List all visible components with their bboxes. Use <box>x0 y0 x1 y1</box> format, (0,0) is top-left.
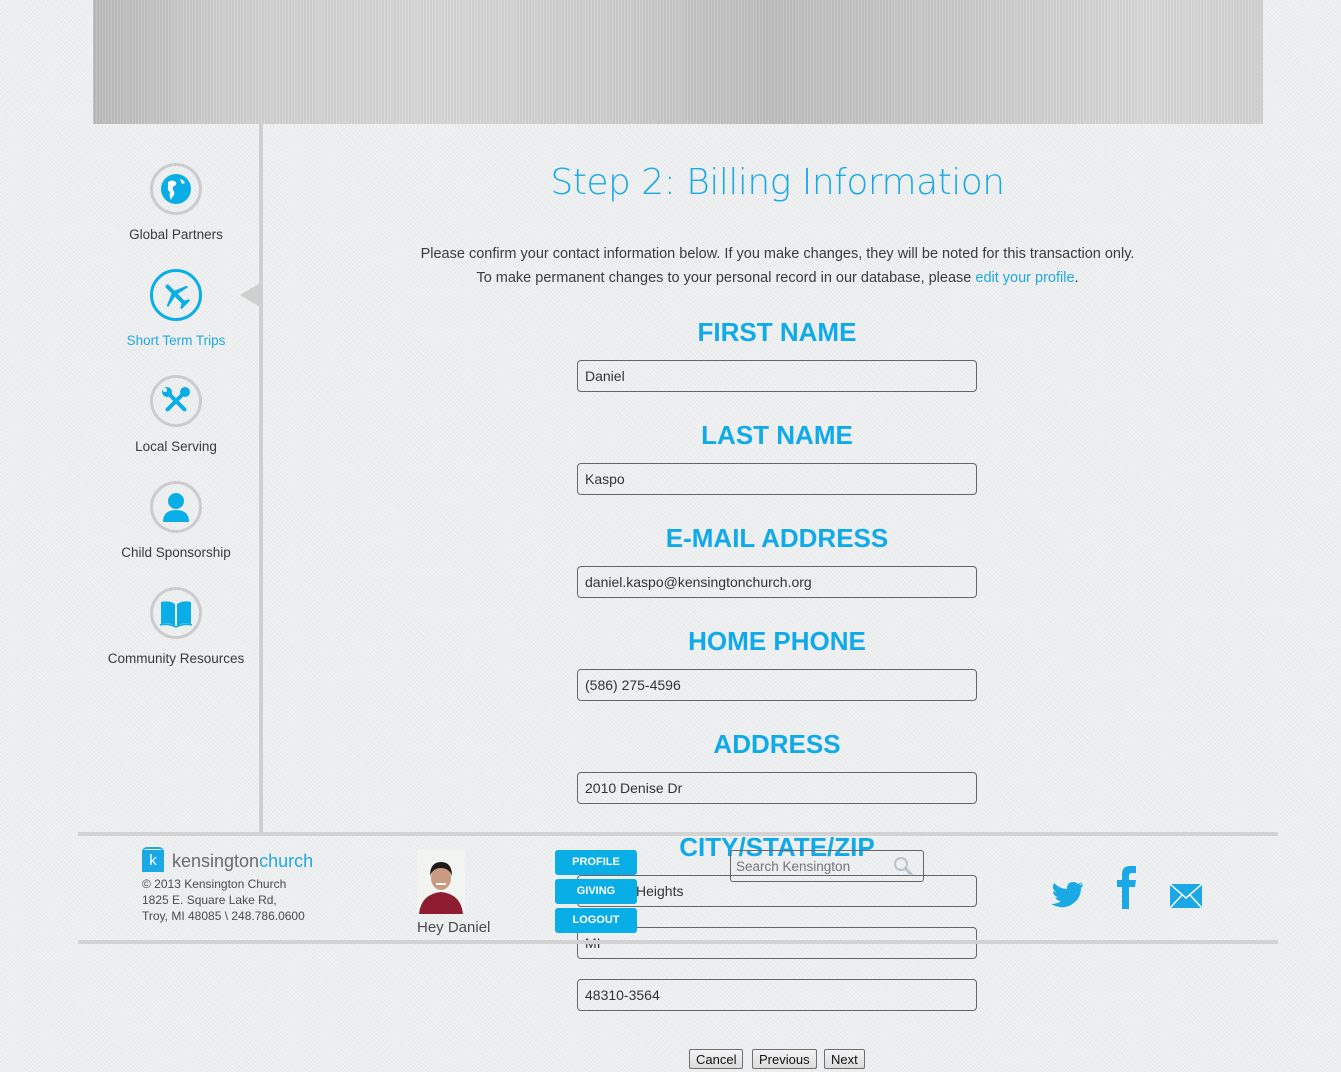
user-avatar[interactable] <box>417 850 465 914</box>
intro-line-2-text: To make permanent changes to your person… <box>476 270 976 286</box>
book-icon <box>159 601 193 628</box>
user-greeting: Hey Daniel <box>417 919 491 936</box>
search-icon[interactable] <box>893 856 913 876</box>
next-button[interactable]: Next <box>824 1049 865 1069</box>
home-phone-input[interactable] <box>577 669 977 701</box>
airplane-icon-circle <box>150 269 202 321</box>
copyright-text: © 2013 Kensington Church <box>142 877 287 891</box>
email-input[interactable] <box>577 566 977 598</box>
intro-line-1: Please confirm your contact information … <box>420 246 1135 262</box>
email-icon[interactable] <box>1170 884 1202 908</box>
address-label: ADDRESS <box>713 729 841 759</box>
intro-text: Please confirm your contact information … <box>380 242 1175 290</box>
first-name-input[interactable] <box>577 360 977 392</box>
person-icon-circle <box>150 481 202 533</box>
kensington-logo[interactable]: k kensingtonchurch <box>142 847 313 872</box>
sidebar-divider <box>259 124 263 834</box>
tools-icon <box>162 387 190 412</box>
giving-button[interactable]: GIVING <box>555 879 637 904</box>
sidebar-item-child-sponsorship[interactable]: Child Sponsorship <box>96 481 256 560</box>
last-name-input[interactable] <box>577 463 977 495</box>
globe-icon <box>161 174 191 204</box>
address-input[interactable] <box>577 772 977 804</box>
facebook-icon[interactable] <box>1116 865 1138 909</box>
person-icon <box>163 493 189 522</box>
logo-text-b: church <box>259 850 314 871</box>
avatar-photo <box>417 850 465 914</box>
home-phone-label: HOME PHONE <box>688 626 866 656</box>
sidebar-item-label: Short Term Trips <box>126 333 226 348</box>
logo-text-a: kensington <box>172 850 260 871</box>
last-name-label: LAST NAME <box>701 420 853 450</box>
sidebar-item-label: Child Sponsorship <box>121 545 231 560</box>
sidebar-item-label: Local Serving <box>135 439 217 454</box>
intro-line-2-period: . <box>1074 270 1079 286</box>
logo-mark-icon: k <box>142 847 164 872</box>
sidebar-item-community-resources[interactable]: Community Resources <box>96 587 256 666</box>
airplane-icon <box>165 284 191 310</box>
intro-line-2: To make permanent changes to your person… <box>380 266 1175 290</box>
tools-icon-circle <box>150 375 202 427</box>
sidebar-item-label: Community Resources <box>107 651 245 666</box>
first-name-label: FIRST NAME <box>697 317 857 347</box>
cancel-button[interactable]: Cancel <box>689 1049 744 1069</box>
zip-input[interactable] <box>577 979 977 1011</box>
header-banner-image <box>93 0 1263 124</box>
address-line-2: Troy, MI 48085 \ 248.786.0600 <box>142 909 305 923</box>
sidebar-item-global-partners[interactable]: Global Partners <box>96 163 256 242</box>
email-label: E-MAIL ADDRESS <box>665 523 889 553</box>
sidebar-item-label: Global Partners <box>129 227 223 242</box>
sidebar-item-local-serving[interactable]: Local Serving <box>96 375 256 454</box>
edit-profile-link[interactable]: edit your profile <box>975 270 1074 286</box>
church-address: © 2013 Kensington Church 1825 E. Square … <box>142 876 305 924</box>
sidebar-item-short-term-trips[interactable]: Short Term Trips <box>96 269 256 348</box>
footer-bottom-divider <box>78 940 1278 944</box>
footer-top-divider <box>78 832 1278 836</box>
logo-text: kensingtonchurch <box>172 851 313 872</box>
previous-button[interactable]: Previous <box>752 1049 817 1069</box>
book-icon-circle <box>150 587 202 639</box>
globe-icon-circle <box>150 163 202 215</box>
twitter-icon[interactable] <box>1050 881 1084 909</box>
logout-button[interactable]: LOGOUT <box>555 908 637 933</box>
page-title: Step 2: Billing Information <box>550 162 1005 203</box>
address-line-1: 1825 E. Square Lake Rd, <box>142 893 277 907</box>
profile-button[interactable]: PROFILE <box>555 850 637 875</box>
